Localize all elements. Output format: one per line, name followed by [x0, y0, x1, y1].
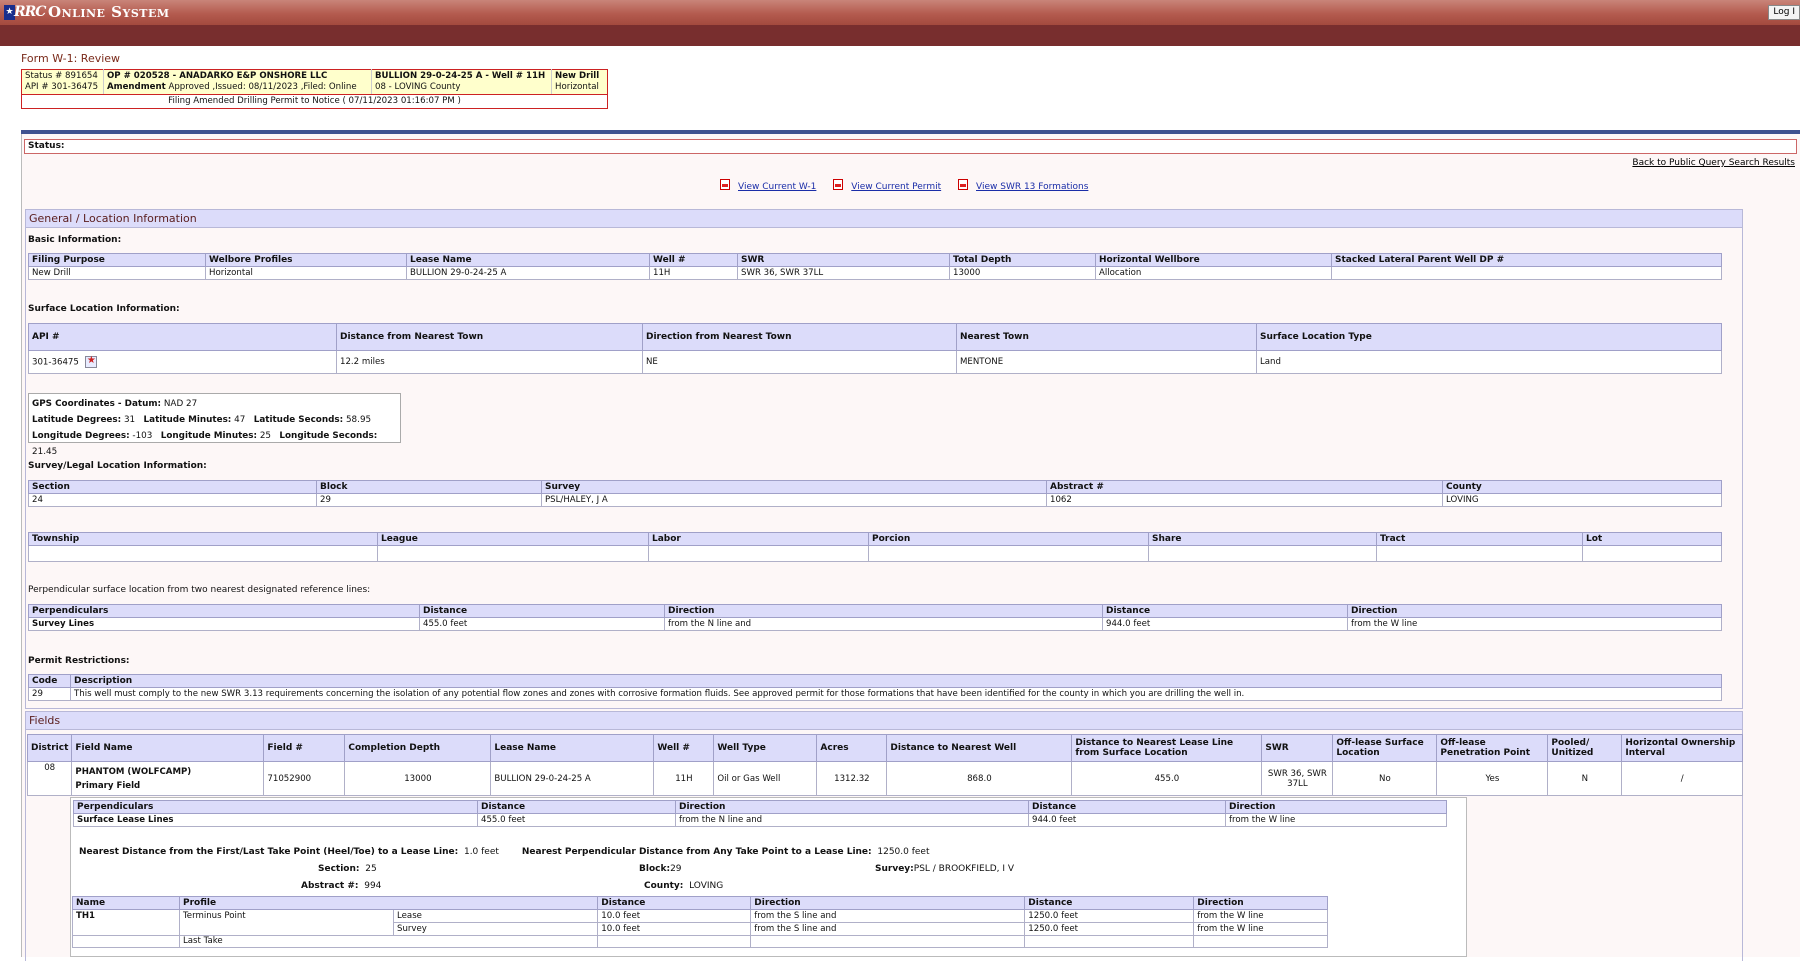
table-row: 08 PHANTOM (WOLFCAMP) Primary Field 71052… — [26, 761, 1743, 796]
take-points-table: Name Profile Distance Direction Distance… — [72, 896, 1328, 948]
nav-bar — [0, 25, 1800, 46]
section-heading: Fields — [26, 712, 1742, 730]
drill-type-cell: New Drill Horizontal — [551, 69, 608, 95]
take-county: County: LOVING — [644, 881, 724, 891]
township-table: Township League Labor Porcion Share Trac… — [28, 532, 1722, 562]
fields-table: District Field Name Field # Completion D… — [26, 734, 1743, 796]
surface-location-label: Surface Location Information: — [28, 304, 180, 314]
take-point-distances: Nearest Distance from the First/Last Tak… — [79, 847, 930, 857]
status-field: Status: — [24, 139, 1797, 154]
filing-note: Filing Amended Drilling Permit to Notice… — [21, 94, 608, 109]
status-cell: Status # 891654 API # 301-36475 — [21, 69, 104, 95]
top-banner: ★ RRC Online System Log I — [0, 0, 1800, 25]
main-panel: Status: Back to Public Query Search Resu… — [21, 134, 1800, 961]
view-w1-link[interactable]: View Current W-1 — [738, 182, 816, 192]
restrictions-table: Code Description 29 This well must compl… — [28, 674, 1722, 701]
page-title: Form W-1: Review — [21, 52, 121, 65]
perpendicular-table: Perpendiculars Distance Direction Distan… — [28, 604, 1722, 631]
pdf-icon — [720, 179, 730, 190]
lease-cell: BULLION 29-0-24-25 A - Well # 11H 08 - L… — [371, 69, 552, 95]
view-swr13-link[interactable]: View SWR 13 Formations — [976, 182, 1088, 192]
back-to-search-link[interactable]: Back to Public Query Search Results — [1632, 158, 1795, 168]
table-row: Last Take — [72, 935, 1328, 948]
basic-info-table: Filing Purpose Welbore Profiles Lease Na… — [28, 253, 1722, 280]
surface-location-table: API # Distance from Nearest Town Directi… — [28, 323, 1722, 374]
operator-cell: OP # 020528 - ANADARKO E&P ONSHORE LLC A… — [103, 69, 372, 95]
gps-coordinates-box: GPS Coordinates - Datum: NAD 27 Latitude… — [28, 393, 401, 457]
view-permit-link[interactable]: View Current Permit — [851, 182, 941, 192]
pdf-icon — [958, 179, 969, 190]
permit-summary: Status # 891654 API # 301-36475 OP # 020… — [21, 69, 608, 109]
permit-restrictions-label: Permit Restrictions: — [28, 656, 130, 666]
pdf-icon — [833, 179, 844, 190]
perpendicular-label: Perpendicular surface location from two … — [28, 585, 371, 595]
gis-map-icon[interactable] — [84, 355, 97, 368]
take-abstract: Abstract #: 994 — [301, 881, 382, 891]
survey-table: Section Block Survey Abstract # County 2… — [28, 480, 1722, 507]
section-heading: General / Location Information — [26, 210, 1742, 228]
basic-info-label: Basic Information: — [28, 235, 122, 245]
logo-text: RRC — [14, 4, 46, 20]
take-block: Block:29 — [639, 864, 682, 874]
login-button[interactable]: Log I — [1768, 5, 1800, 20]
document-links: View Current W-1 View Current Permit Vie… — [720, 179, 1102, 192]
surface-lease-lines-table: Perpendiculars Distance Direction Distan… — [73, 800, 1447, 827]
take-survey: Survey:PSL / BROOKFIELD, I V — [875, 864, 1015, 874]
brand-title: Online System — [48, 3, 170, 21]
take-section: Section: 25 — [318, 864, 377, 874]
rrc-logo: ★ RRC — [4, 4, 46, 21]
survey-legal-label: Survey/Legal Location Information: — [28, 461, 207, 471]
table-row: TH1 Terminus Point Lease 10.0 feet from … — [72, 909, 1328, 936]
